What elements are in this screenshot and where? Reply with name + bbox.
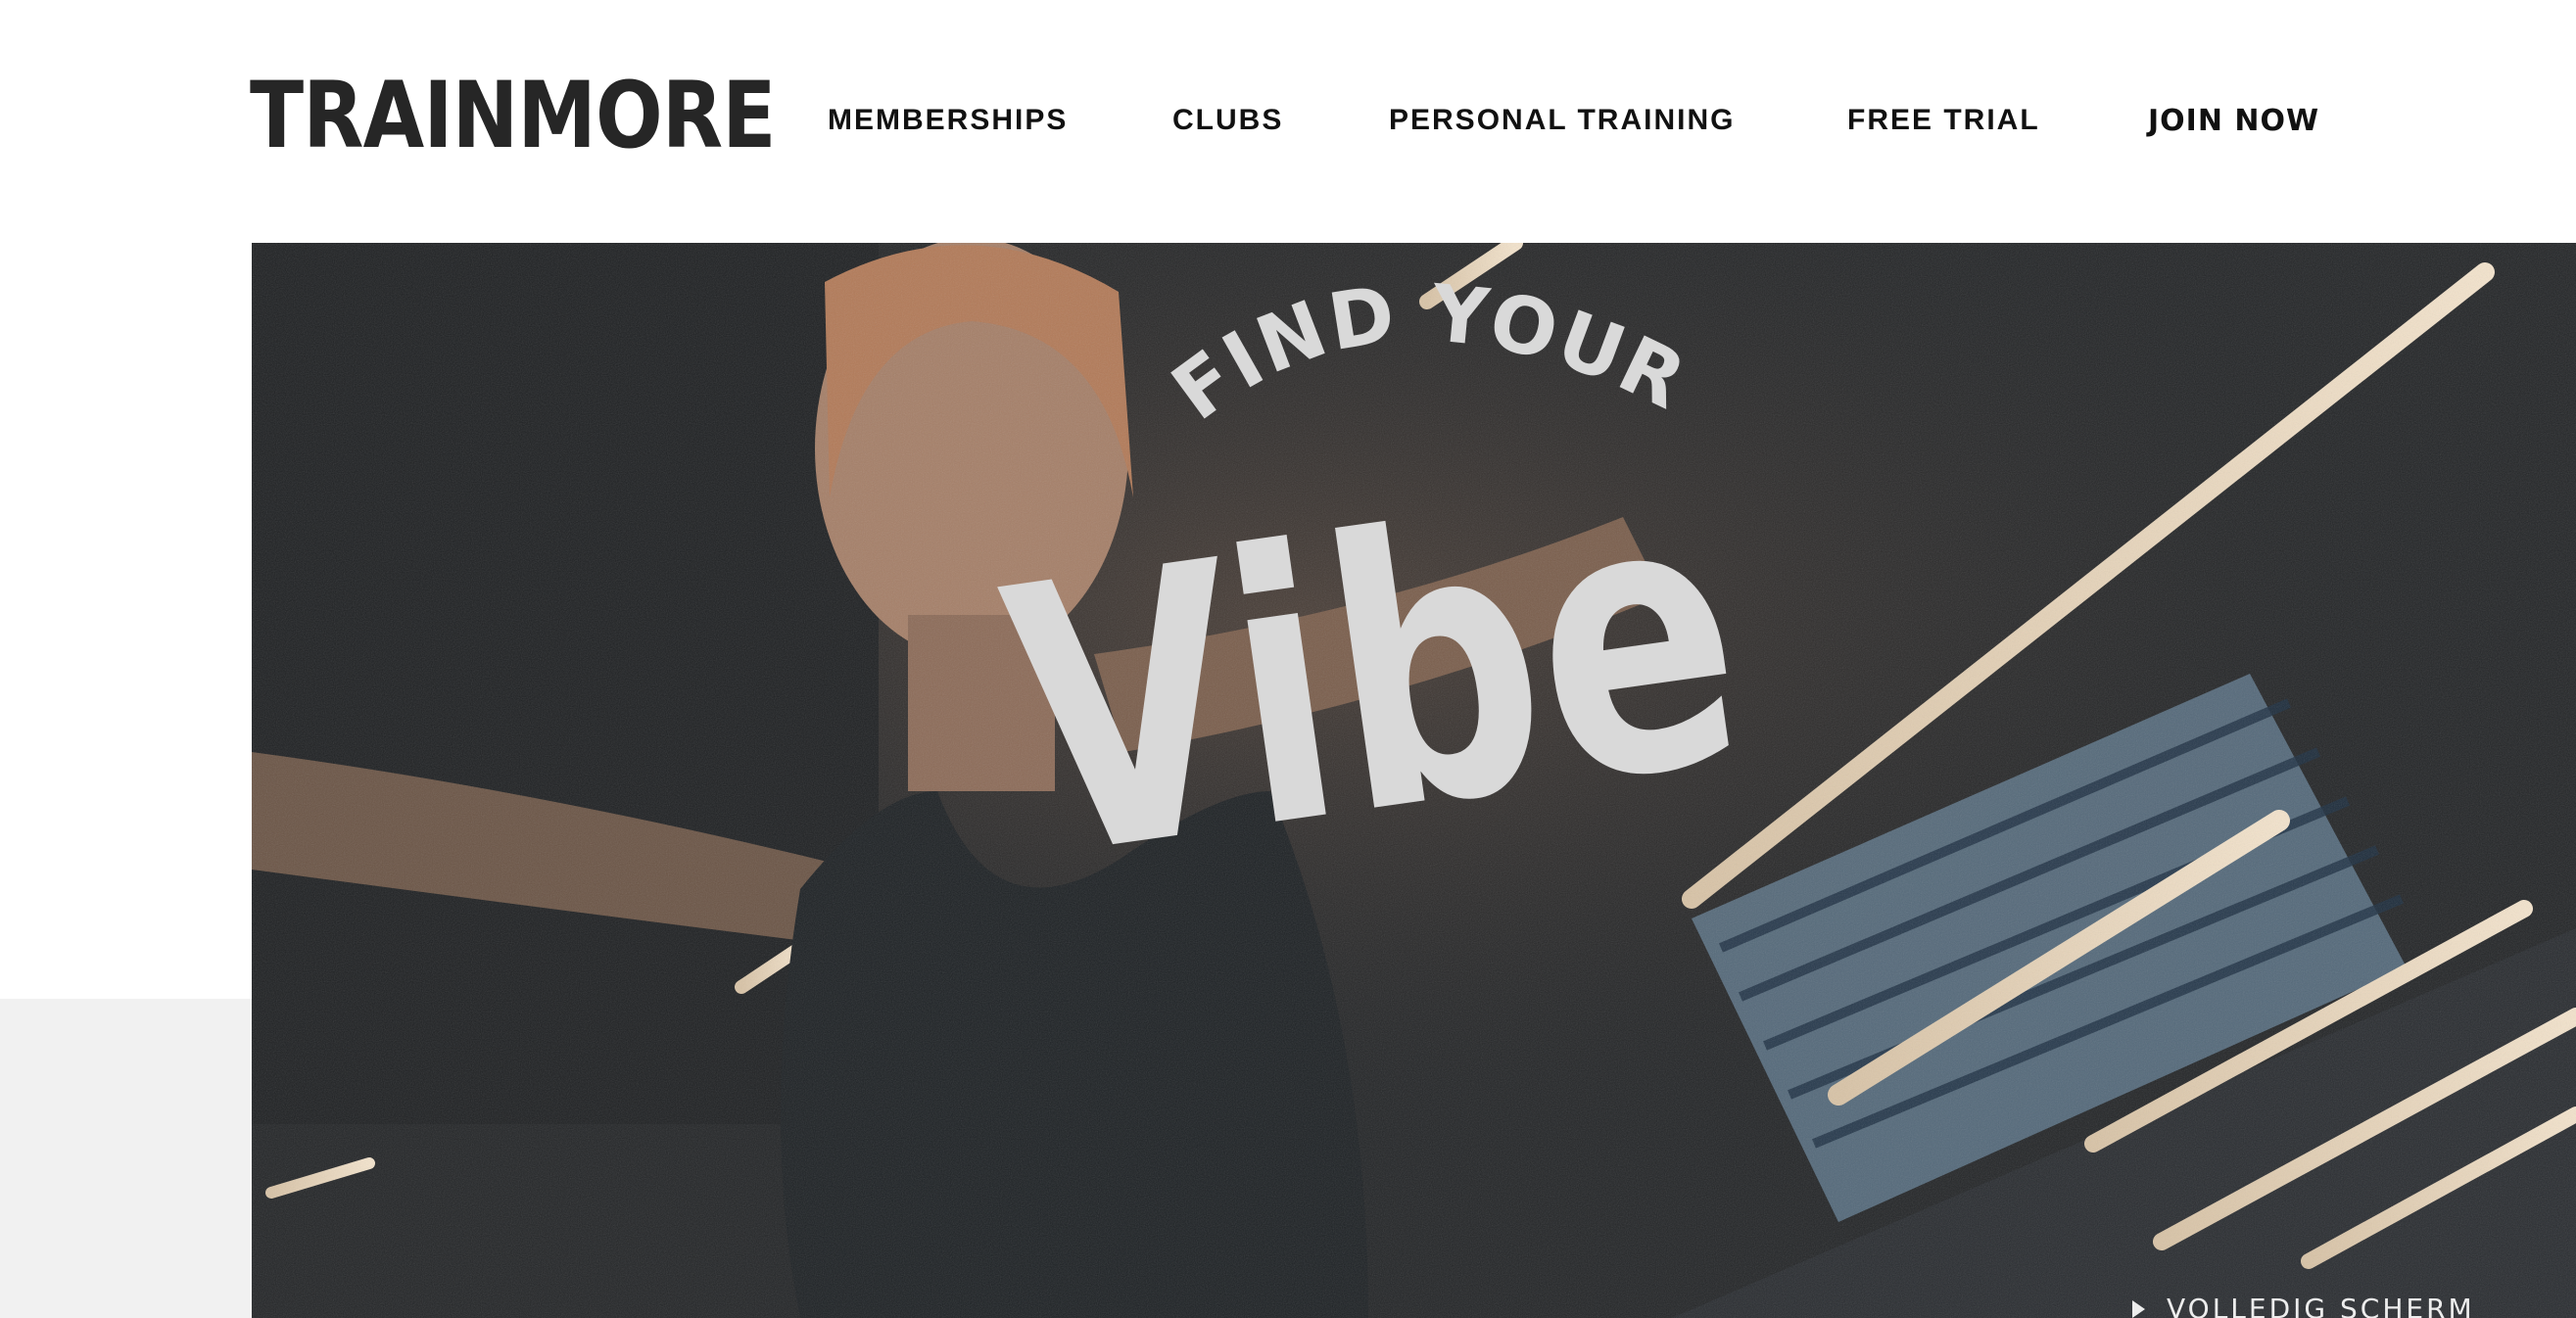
nav-memberships[interactable]: MEMBERSHIPS xyxy=(828,104,1068,137)
fullscreen-button[interactable]: VOLLEDIG SCHERM xyxy=(2132,1293,2475,1318)
background-panel xyxy=(0,999,252,1318)
nav-free-trial[interactable]: FREE TRIAL xyxy=(1847,104,2040,137)
headline-vibe: Vibe xyxy=(985,414,1764,943)
hero-video[interactable]: FIND YOUR Vibe VOLLEDIG SCHERM xyxy=(252,243,2576,1318)
play-icon xyxy=(2132,1299,2145,1318)
hero-headline: FIND YOUR Vibe xyxy=(985,267,1764,943)
fullscreen-label: VOLLEDIG SCHERM xyxy=(2167,1293,2475,1318)
trainmore-logo[interactable]: TRAINMORE xyxy=(250,71,776,163)
nav-join-now[interactable]: JOIN NOW xyxy=(2148,104,2319,138)
headline-find-your: FIND YOUR xyxy=(1156,267,1700,438)
site-header: TRAINMORE MEMBERSHIPS CLUBS PERSONAL TRA… xyxy=(0,0,2576,243)
nav-personal-training[interactable]: PERSONAL TRAINING xyxy=(1389,104,1735,137)
page: TRAINMORE MEMBERSHIPS CLUBS PERSONAL TRA… xyxy=(0,0,2576,1318)
nav-clubs[interactable]: CLUBS xyxy=(1172,104,1283,137)
